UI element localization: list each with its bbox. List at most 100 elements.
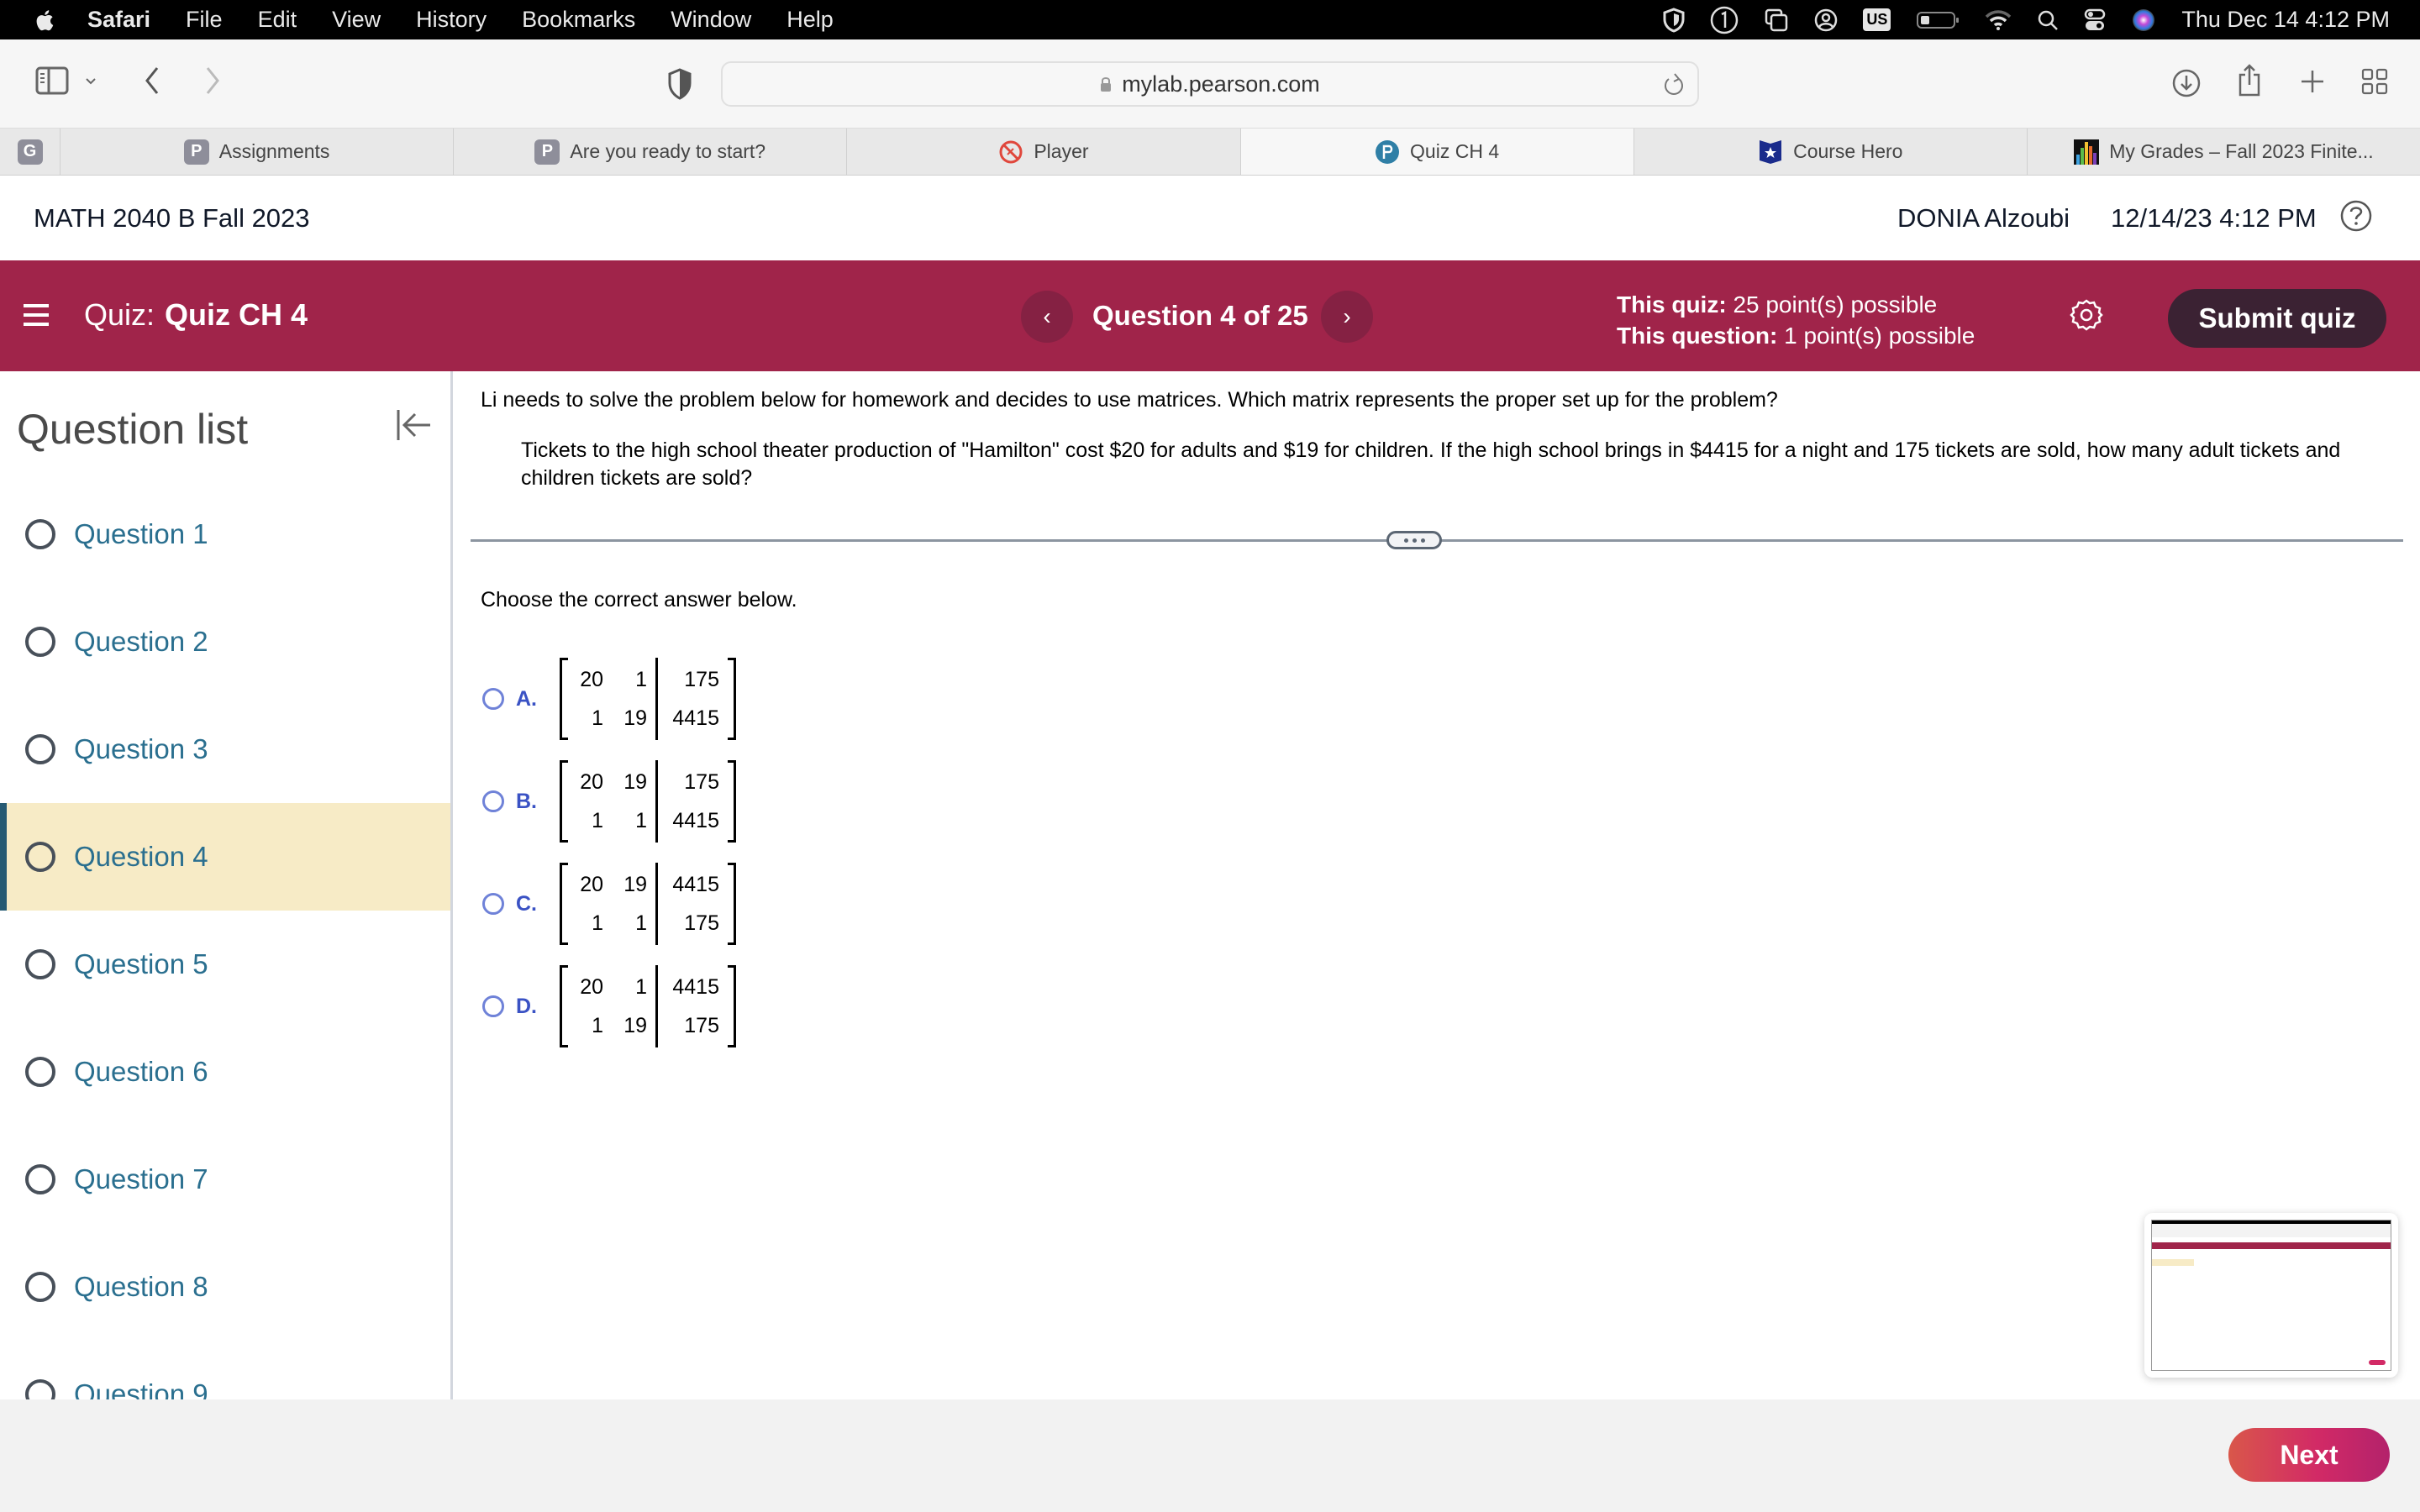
share-icon[interactable]: [2237, 63, 2262, 98]
chevron-left-icon: ‹: [1043, 303, 1051, 329]
tab-overview-icon[interactable]: [2361, 68, 2388, 95]
status-circle-icon: [25, 842, 55, 872]
back-chevron-icon[interactable]: [141, 65, 163, 97]
quiz-points-value: 25 point(s) possible: [1733, 291, 1938, 318]
augment-separator: [655, 863, 658, 945]
menu-view[interactable]: View: [332, 7, 381, 33]
sidebar-toggle-icon[interactable]: [35, 66, 69, 95]
right-bracket: [728, 863, 736, 945]
thumbnail-preview: [2151, 1220, 2391, 1371]
sidebar-item-question-9[interactable]: Question 9: [0, 1341, 450, 1399]
menu-safari[interactable]: Safari: [87, 7, 150, 33]
settings-gear-icon[interactable]: [2070, 298, 2103, 336]
reload-icon[interactable]: [1662, 71, 1686, 104]
next-question-button[interactable]: ›: [1321, 291, 1373, 343]
sidebar-item-question-8[interactable]: Question 8: [0, 1233, 450, 1341]
augmented-matrix: 20 1 175 1 19 4415: [560, 658, 736, 740]
tab-are-you-ready[interactable]: P Are you ready to start?: [454, 129, 848, 175]
privacy-shield-icon[interactable]: [667, 68, 692, 100]
question-list-sidebar: Question list Question 1 Question 2 Ques…: [0, 371, 453, 1399]
quiz-title: Quiz: Quiz CH 4: [84, 297, 308, 333]
tab-group-indicator[interactable]: G: [0, 129, 60, 175]
matrix-cell: 19: [623, 873, 647, 896]
sidebar-item-question-7[interactable]: Question 7: [0, 1126, 450, 1233]
help-icon[interactable]: [2339, 199, 2373, 237]
menu-help[interactable]: Help: [786, 7, 834, 33]
radio-button[interactable]: [482, 995, 504, 1017]
sidebar-item-question-3[interactable]: Question 3: [0, 696, 450, 803]
radio-button[interactable]: [482, 893, 504, 915]
vpn-shield-icon[interactable]: [1663, 7, 1685, 33]
submit-quiz-button[interactable]: Submit quiz: [2168, 289, 2386, 348]
menu-history[interactable]: History: [416, 7, 487, 33]
menu-edit[interactable]: Edit: [258, 7, 297, 33]
sidebar-item-question-5[interactable]: Question 5: [0, 911, 450, 1018]
answer-option-a[interactable]: A. 20 1 175 1 19 4415: [482, 657, 736, 741]
choose-instruction: Choose the correct answer below.: [481, 588, 797, 612]
tab-assignments[interactable]: P Assignments: [60, 129, 455, 175]
course-header: MATH 2040 B Fall 2023 DONIA Alzoubi 12/1…: [0, 176, 2420, 260]
downloads-icon[interactable]: [2171, 68, 2202, 98]
bottom-bar: Next: [0, 1399, 2420, 1512]
tab-player[interactable]: Player: [847, 129, 1241, 175]
tab-group-chevron-down-icon[interactable]: [82, 73, 99, 90]
sidebar-title: Question list: [17, 406, 249, 453]
spotlight-search-icon[interactable]: [2037, 9, 2059, 31]
menubar-clock[interactable]: Thu Dec 14 4:12 PM: [2181, 7, 2390, 33]
quiz-name: Quiz CH 4: [165, 297, 308, 332]
matrix-cell: 175: [684, 911, 719, 935]
sidebar-item-question-2[interactable]: Question 2: [0, 588, 450, 696]
answer-option-b[interactable]: B. 20 19 175 1 1 4415: [482, 759, 736, 843]
browser-toolbar: mylab.pearson.com: [0, 39, 2420, 129]
status-circle-icon: [25, 519, 55, 549]
screenshot-thumbnail[interactable]: [2144, 1213, 2398, 1378]
menu-window[interactable]: Window: [671, 7, 751, 33]
pane-resize-handle[interactable]: [1386, 531, 1442, 549]
wifi-icon[interactable]: [1985, 9, 2012, 31]
previous-question-button[interactable]: ‹: [1021, 291, 1073, 343]
status-circle-icon: [25, 627, 55, 657]
answer-option-c[interactable]: C. 20 19 4415 1 1 175: [482, 862, 736, 946]
option-letter: B.: [516, 789, 537, 813]
matrix-cell: 4415: [672, 706, 719, 730]
matrix-cell: 4415: [672, 873, 719, 896]
input-source-indicator[interactable]: US: [1863, 8, 1891, 31]
status-circle-icon: [25, 1379, 55, 1399]
hamburger-menu-icon[interactable]: [24, 302, 50, 332]
next-button[interactable]: Next: [2228, 1428, 2390, 1482]
question-label: Question 2: [74, 626, 208, 657]
tab-my-grades[interactable]: My Grades – Fall 2023 Finite...: [2028, 129, 2420, 175]
question-points-value: 1 point(s) possible: [1784, 323, 1975, 349]
new-tab-plus-icon[interactable]: [2299, 68, 2326, 95]
radio-button[interactable]: [482, 688, 504, 710]
matrix-cell: 1: [635, 809, 647, 832]
question-label: Question 4: [74, 841, 208, 872]
tab-group-letter: G: [17, 139, 43, 165]
forward-chevron-icon[interactable]: [202, 65, 224, 97]
answer-option-d[interactable]: D. 20 1 4415 1 19 175: [482, 964, 736, 1048]
augment-separator: [655, 658, 658, 740]
window-manager-icon[interactable]: [1764, 8, 1789, 33]
sidebar-item-question-6[interactable]: Question 6: [0, 1018, 450, 1126]
points-info: This quiz: 25 point(s) possible This que…: [1617, 289, 1975, 351]
matrix-cell: 1: [592, 911, 603, 935]
tab-quiz-ch4[interactable]: Quiz CH 4: [1240, 129, 1634, 175]
lock-icon: [1101, 77, 1112, 92]
address-bar[interactable]: mylab.pearson.com: [721, 61, 1699, 107]
menu-file[interactable]: File: [186, 7, 223, 33]
url-text: mylab.pearson.com: [1122, 71, 1320, 97]
sidebar-item-question-4[interactable]: Question 4: [0, 803, 450, 911]
apple-icon[interactable]: [34, 7, 57, 34]
collapse-sidebar-icon[interactable]: [395, 407, 432, 448]
menu-bookmarks[interactable]: Bookmarks: [522, 7, 635, 33]
control-center-icon[interactable]: [2084, 8, 2106, 32]
right-bracket: [728, 760, 736, 843]
user-account-icon[interactable]: [1814, 8, 1838, 32]
option-letter: C.: [516, 891, 537, 916]
one-password-icon[interactable]: [1710, 6, 1739, 34]
radio-button[interactable]: [482, 790, 504, 812]
sidebar-item-question-1[interactable]: Question 1: [0, 480, 450, 588]
tab-course-hero[interactable]: Course Hero: [1634, 129, 2028, 175]
battery-icon[interactable]: [1916, 10, 1960, 30]
siri-icon[interactable]: [2131, 8, 2156, 33]
